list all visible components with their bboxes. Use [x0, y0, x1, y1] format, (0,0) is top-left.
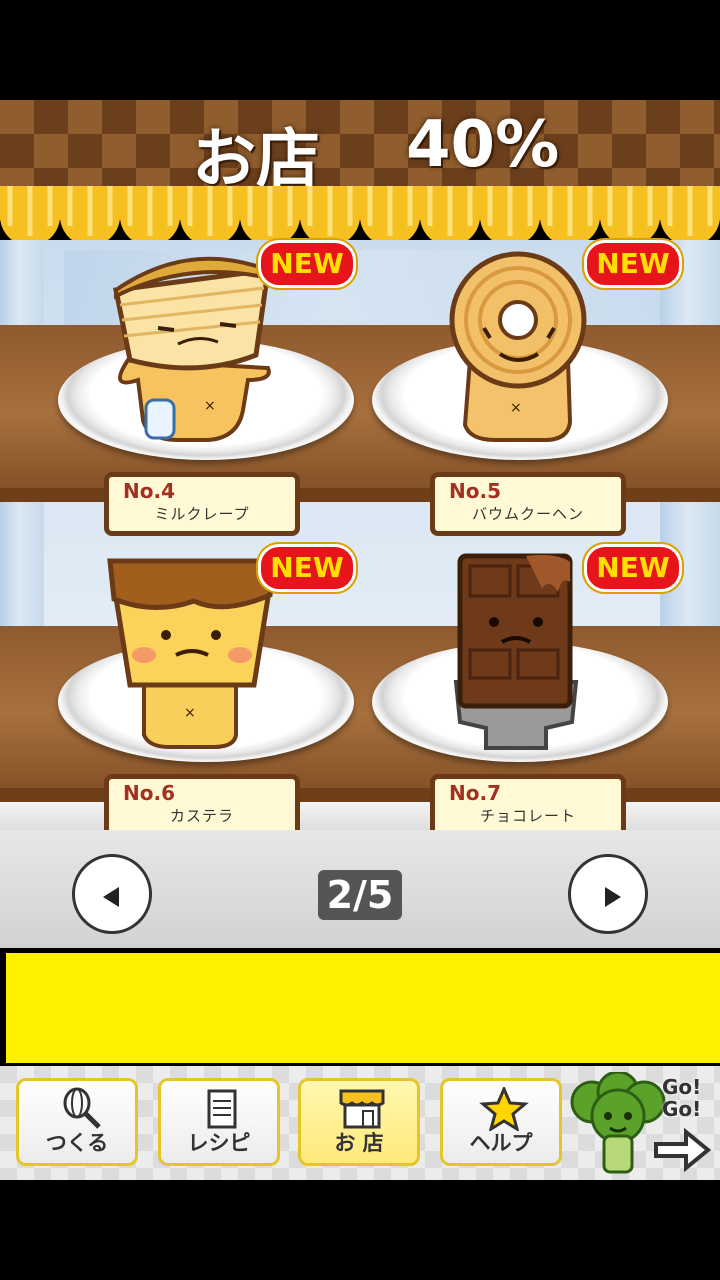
awning — [0, 186, 720, 244]
item-number: No.5 — [449, 479, 501, 503]
next-page-button[interactable] — [568, 854, 648, 934]
item-label[interactable]: No.5 バウムクーヘン — [430, 472, 626, 536]
item-name: ミルクレープ — [154, 505, 250, 523]
new-badge: NEW — [584, 544, 682, 592]
arrow-right-icon — [605, 887, 621, 907]
gogo-link[interactable]: Go! Go! — [662, 1076, 701, 1120]
item-name: カステラ — [169, 807, 234, 825]
page-title: お店 — [192, 123, 320, 188]
tab-recipe[interactable]: レシピ — [158, 1078, 280, 1166]
item-label[interactable]: No.6 カステラ — [104, 774, 300, 838]
new-badge: NEW — [258, 240, 356, 288]
item-name: チョコレート — [479, 807, 576, 825]
arrow-right-icon[interactable] — [652, 1128, 712, 1172]
shop-icon — [339, 1089, 385, 1129]
baumkuchen-character[interactable]: × — [440, 250, 600, 445]
header-bar: お店 40% — [0, 100, 720, 188]
tab-help[interactable]: ヘルプ — [440, 1078, 562, 1166]
tab-make[interactable]: つくる — [16, 1078, 138, 1166]
tab-bar: つくる レシピ お 店 ヘルプ — [0, 1066, 720, 1180]
gogo-line: Go! — [662, 1075, 702, 1099]
completion-percent: 40% — [406, 108, 560, 182]
item-label[interactable]: No.7 チョコレート — [430, 774, 626, 838]
item-number: No.7 — [449, 781, 501, 805]
new-badge: NEW — [584, 240, 682, 288]
whisk-icon — [63, 1087, 101, 1129]
svg-text:×: × — [204, 398, 216, 414]
notepad-icon — [207, 1089, 237, 1129]
castella-character[interactable]: × — [104, 555, 280, 750]
new-badge: NEW — [258, 544, 356, 592]
item-name: バウムクーヘン — [471, 505, 584, 523]
item-label[interactable]: No.4 ミルクレープ — [104, 472, 300, 536]
svg-text:×: × — [510, 400, 522, 416]
page-indicator: 2/5 — [318, 870, 402, 920]
star-icon — [479, 1087, 529, 1131]
item-number: No.6 — [123, 781, 175, 805]
tab-label: つくる — [45, 1131, 109, 1155]
tab-label: お 店 — [334, 1131, 384, 1155]
tab-label: ヘルプ — [469, 1131, 533, 1155]
arrow-left-icon — [103, 887, 119, 907]
tab-shop[interactable]: お 店 — [298, 1078, 420, 1166]
tab-label: レシピ — [187, 1131, 251, 1155]
mille-crepe-character[interactable]: × — [108, 250, 278, 445]
gogo-line: Go! — [662, 1097, 702, 1121]
svg-text:×: × — [184, 705, 196, 721]
item-number: No.4 — [123, 479, 175, 503]
ad-banner[interactable] — [6, 953, 720, 1063]
chocolate-character[interactable] — [446, 552, 586, 750]
prev-page-button[interactable] — [72, 854, 152, 934]
